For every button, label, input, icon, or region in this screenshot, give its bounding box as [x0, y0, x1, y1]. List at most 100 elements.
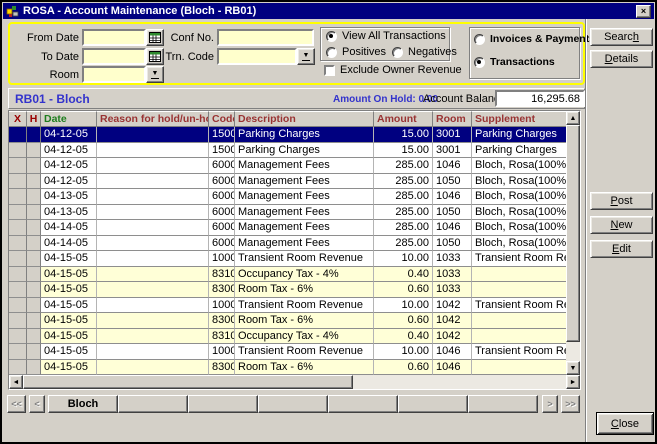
- conf-no-input[interactable]: [217, 29, 314, 46]
- column-header-h[interactable]: H: [27, 111, 41, 127]
- table-row[interactable]: 04-15-051000Transient Room Revenue10.001…: [9, 344, 566, 360]
- cell-code: 1500: [209, 127, 235, 143]
- cell-desc: Management Fees: [235, 220, 374, 236]
- post-button[interactable]: Post: [590, 192, 653, 210]
- trn-code-label: Trn. Code: [160, 51, 214, 63]
- table-row[interactable]: 04-15-051000Transient Room Revenue10.001…: [9, 251, 566, 267]
- table-row[interactable]: 04-15-058300Room Tax - 6%0.601042: [9, 313, 566, 329]
- cell-reason: [97, 360, 209, 376]
- cell-room: 1046: [433, 189, 472, 205]
- table-row[interactable]: 04-14-056000Management Fees285.001050Blo…: [9, 236, 566, 252]
- trn-code-lov-button[interactable]: ▼: [297, 48, 315, 65]
- cell-reason: [97, 344, 209, 360]
- cell-reason: [97, 127, 209, 143]
- radio-negatives[interactable]: Negatives: [392, 46, 457, 58]
- table-row[interactable]: 04-14-056000Management Fees285.001046Blo…: [9, 220, 566, 236]
- column-header-description[interactable]: Description: [235, 111, 374, 127]
- table-row[interactable]: 04-13-056000Management Fees285.001050Blo…: [9, 205, 566, 221]
- pager-next-button[interactable]: >: [542, 395, 558, 413]
- edit-button[interactable]: Edit: [590, 240, 653, 258]
- account-tab-empty[interactable]: [188, 395, 258, 413]
- column-header-date[interactable]: Date: [41, 111, 97, 127]
- cell-room: 1046: [433, 360, 472, 376]
- room-input[interactable]: [82, 66, 146, 83]
- vertical-scrollbar[interactable]: ▲ ▼: [566, 111, 580, 375]
- cell-desc: Management Fees: [235, 158, 374, 174]
- cell-code: 6000: [209, 189, 235, 205]
- account-maintenance-window: ROSA - Account Maintenance (Bloch - RB01…: [0, 0, 657, 444]
- window-title: ROSA - Account Maintenance (Bloch - RB01…: [23, 5, 256, 17]
- table-row[interactable]: 04-13-056000Management Fees285.001046Blo…: [9, 189, 566, 205]
- horizontal-scrollbar-thumb[interactable]: [23, 375, 353, 389]
- cell-code: 6000: [209, 158, 235, 174]
- account-tab-empty[interactable]: [398, 395, 468, 413]
- checkbox-icon: [324, 65, 335, 76]
- pager-first-button[interactable]: <<: [7, 395, 26, 413]
- column-header-code[interactable]: Code: [209, 111, 235, 127]
- cell-desc: Management Fees: [235, 174, 374, 190]
- new-button[interactable]: New: [590, 216, 653, 234]
- radio-icon: [392, 47, 403, 58]
- column-header-x[interactable]: X: [9, 111, 27, 127]
- cell-desc: Occupancy Tax - 4%: [235, 329, 374, 345]
- exclude-owner-revenue-checkbox[interactable]: Exclude Owner Revenue: [324, 64, 462, 76]
- cell-date: 04-14-05: [41, 236, 97, 252]
- table-row[interactable]: 04-15-058300Room Tax - 6%0.601046: [9, 360, 566, 376]
- details-button[interactable]: Details: [590, 50, 653, 68]
- cell-date: 04-12-05: [41, 127, 97, 143]
- account-tab-empty[interactable]: [118, 395, 188, 413]
- lov-down-arrow-icon: ▼: [151, 70, 160, 79]
- from-date-input[interactable]: [82, 29, 146, 46]
- cell-x: [9, 298, 27, 314]
- trn-code-input[interactable]: [217, 48, 297, 65]
- table-row[interactable]: 04-12-056000Management Fees285.001046Blo…: [9, 158, 566, 174]
- table-row[interactable]: 04-15-058310Occupancy Tax - 4%0.401042: [9, 329, 566, 345]
- scroll-up-icon[interactable]: ▲: [566, 111, 580, 125]
- cell-room: 1050: [433, 205, 472, 221]
- scroll-right-icon[interactable]: ►: [566, 375, 580, 389]
- radio-transactions[interactable]: Transactions: [474, 56, 555, 68]
- window-close-icon[interactable]: ×: [636, 5, 651, 18]
- pager-prev-button[interactable]: <: [29, 395, 45, 413]
- cell-supp: Parking Charges: [472, 143, 566, 159]
- column-header-amount[interactable]: Amount: [374, 111, 433, 127]
- table-row[interactable]: 04-15-058300Room Tax - 6%0.601033: [9, 282, 566, 298]
- account-tab-empty[interactable]: [468, 395, 538, 413]
- cell-x: [9, 205, 27, 221]
- title-bar: ROSA - Account Maintenance (Bloch - RB01…: [3, 3, 654, 19]
- radio-positives[interactable]: Positives: [326, 46, 386, 58]
- cell-supp: Transient Room Reven: [472, 344, 566, 360]
- table-row[interactable]: 04-15-058310Occupancy Tax - 4%0.401033: [9, 267, 566, 283]
- account-tab-empty[interactable]: [258, 395, 328, 413]
- table-row[interactable]: 04-12-051500Parking Charges15.003001Park…: [9, 127, 566, 143]
- cell-desc: Parking Charges: [235, 143, 374, 159]
- table-row[interactable]: 04-15-051000Transient Room Revenue10.001…: [9, 298, 566, 314]
- scroll-down-icon[interactable]: ▼: [566, 361, 580, 375]
- to-date-input[interactable]: [82, 48, 146, 65]
- vertical-scrollbar-thumb[interactable]: [566, 125, 580, 342]
- scroll-left-icon[interactable]: ◄: [9, 375, 23, 389]
- horizontal-scrollbar[interactable]: ◄ ►: [9, 375, 580, 389]
- account-tab-empty[interactable]: [328, 395, 398, 413]
- cell-room: 1042: [433, 329, 472, 345]
- room-lov-button[interactable]: ▼: [146, 66, 164, 83]
- radio-invoices-payments[interactable]: Invoices & Payments: [474, 33, 595, 45]
- cell-x: [9, 220, 27, 236]
- table-row[interactable]: 04-12-051500Parking Charges15.003001Park…: [9, 143, 566, 159]
- pager-last-button[interactable]: >>: [561, 395, 580, 413]
- table-row[interactable]: 04-12-056000Management Fees285.001050Blo…: [9, 174, 566, 190]
- cell-reason: [97, 313, 209, 329]
- column-header-supplement[interactable]: Supplement: [472, 111, 566, 127]
- cell-desc: Transient Room Revenue: [235, 251, 374, 267]
- account-tab-bloch[interactable]: Bloch: [48, 395, 118, 413]
- close-button[interactable]: Close: [596, 412, 654, 435]
- checkbox-label: Exclude Owner Revenue: [340, 64, 462, 76]
- column-header-reason-for-hold-un-hold[interactable]: Reason for hold/un-hold: [97, 111, 209, 127]
- cell-amount: 0.40: [374, 329, 433, 345]
- search-button[interactable]: Search: [590, 28, 653, 46]
- cell-x: [9, 313, 27, 329]
- radio-icon: [326, 47, 337, 58]
- column-header-room[interactable]: Room: [433, 111, 472, 127]
- grid-body: 04-12-051500Parking Charges15.003001Park…: [9, 127, 566, 375]
- radio-view-all-transactions[interactable]: View All Transactions: [326, 30, 446, 42]
